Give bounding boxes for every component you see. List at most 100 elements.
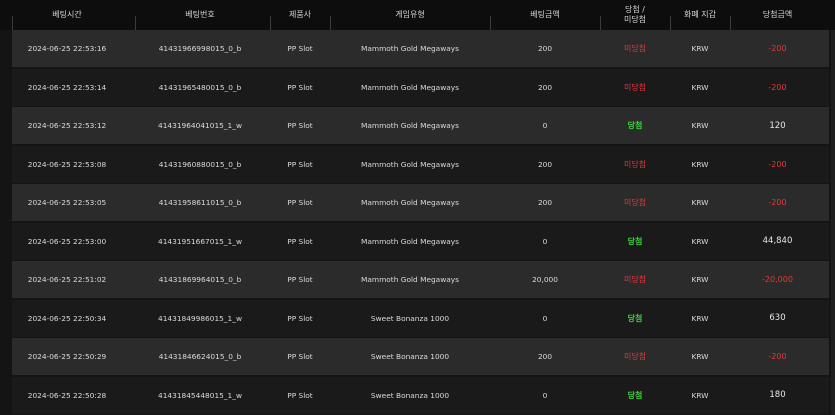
header-divider — [330, 16, 331, 30]
cell-currency: KRW — [691, 159, 709, 169]
cell-result: 당첨 — [627, 313, 643, 323]
table-row[interactable]: 2024-06-25 22:53:00 41431951667015_1_w PP … — [12, 222, 829, 260]
cell-result: 미당첨 — [623, 82, 647, 92]
table-header: 베팅시간 베팅번호 제품사 게임유형 베팅금액 당첨 / 미당첨 화폐 지갑 당… — [0, 0, 835, 30]
cell-bet-number: 41431966998015_0_b — [158, 44, 242, 53]
cell-bet-number: 41431964041015_1_w — [158, 121, 242, 130]
cell-bet-time: 2024-06-25 22:50:28 — [27, 390, 107, 400]
header-bet-time: 베팅시간 — [52, 10, 82, 19]
cell-bet-number: 41431846624015_0_b — [158, 352, 242, 361]
cell-result: 미당첨 — [623, 159, 647, 169]
cell-win-amount: 630 — [769, 313, 786, 323]
cell-currency: KRW — [691, 44, 709, 53]
cell-bet-time: 2024-06-25 22:53:16 — [27, 44, 107, 53]
cell-bet-amount: 0 — [542, 236, 548, 246]
header-divider — [12, 16, 13, 30]
cell-provider: PP Slot — [287, 121, 313, 130]
cell-bet-number: 41431849986015_1_w — [158, 313, 242, 323]
table-scrollbar[interactable] — [831, 30, 835, 415]
cell-bet-number: 41431958611015_0_b — [158, 198, 242, 207]
cell-bet-amount: 200 — [537, 159, 553, 169]
cell-currency: KRW — [691, 121, 709, 130]
cell-result: 미당첨 — [623, 352, 647, 361]
table-row[interactable]: 2024-06-25 22:50:29 41431846624015_0_b PP … — [12, 338, 829, 375]
cell-bet-amount: 200 — [537, 352, 553, 361]
cell-currency: KRW — [691, 352, 709, 361]
cell-game-type: Mammoth Gold Megaways — [360, 275, 460, 284]
table-row[interactable]: 2024-06-25 22:51:02 41431869964015_0_b PP … — [12, 261, 829, 298]
cell-game-type: Mammoth Gold Megaways — [360, 121, 460, 130]
cell-result: 당첨 — [627, 236, 643, 246]
cell-bet-amount: 200 — [537, 82, 553, 92]
cell-game-type: Mammoth Gold Megaways — [360, 44, 460, 53]
cell-bet-time: 2024-06-25 22:50:34 — [27, 313, 107, 323]
cell-win-amount: -200 — [768, 159, 787, 169]
header-divider — [670, 16, 671, 30]
cell-bet-time: 2024-06-25 22:53:14 — [27, 82, 107, 92]
header-game-type: 게임유형 — [395, 10, 425, 19]
cell-game-type: Mammoth Gold Megaways — [360, 159, 460, 169]
cell-bet-amount: 20,000 — [532, 275, 558, 284]
header-bet-number: 베팅번호 — [185, 10, 215, 19]
header-divider — [600, 16, 601, 30]
cell-bet-time: 2024-06-25 22:53:08 — [27, 159, 107, 169]
cell-provider: PP Slot — [287, 236, 313, 246]
header-win-amount: 당첨금액 — [762, 10, 793, 19]
cell-bet-time: 2024-06-25 22:51:02 — [27, 275, 107, 284]
table-row[interactable]: 2024-06-25 22:53:05 41431958611015_0_b PP … — [12, 184, 829, 221]
cell-currency: KRW — [691, 82, 709, 92]
table-row[interactable]: 2024-06-25 22:50:34 41431849986015_1_w PP … — [12, 299, 829, 337]
cell-game-type: Mammoth Gold Megaways — [360, 236, 460, 246]
header-divider — [490, 16, 491, 30]
cell-result: 미당첨 — [623, 44, 647, 53]
cell-bet-number: 41431869964015_0_b — [158, 275, 242, 284]
cell-win-amount: -200 — [768, 352, 787, 361]
cell-bet-time: 2024-06-25 22:53:12 — [27, 121, 107, 130]
header-result: 당첨 / 미당첨 — [623, 5, 647, 24]
cell-bet-amount: 200 — [537, 198, 553, 207]
cell-bet-amount: 0 — [542, 121, 548, 130]
cell-bet-time: 2024-06-25 22:53:05 — [27, 198, 107, 207]
cell-win-amount: -20,000 — [762, 275, 793, 284]
table-row[interactable]: 2024-06-25 22:53:12 41431964041015_1_w PP … — [12, 107, 829, 144]
cell-result: 미당첨 — [623, 198, 647, 207]
cell-currency: KRW — [691, 390, 709, 400]
cell-bet-number: 41431845448015_1_w — [158, 390, 242, 400]
cell-provider: PP Slot — [287, 313, 313, 323]
cell-result: 당첨 — [627, 121, 643, 130]
cell-bet-time: 2024-06-25 22:53:00 — [27, 236, 107, 246]
header-bet-amount: 베팅금액 — [530, 10, 560, 19]
table-row[interactable]: 2024-06-25 22:53:16 41431966998015_0_b PP … — [12, 30, 829, 67]
cell-bet-amount: 200 — [537, 44, 553, 53]
cell-bet-amount: 0 — [542, 390, 548, 400]
table-row[interactable]: 2024-06-25 22:53:14 41431965480015_0_b PP … — [12, 68, 829, 106]
header-provider: 제품사 — [288, 10, 312, 19]
cell-win-amount: 180 — [769, 390, 786, 400]
cell-currency: KRW — [691, 275, 709, 284]
cell-provider: PP Slot — [287, 159, 313, 169]
cell-game-type: Mammoth Gold Megaways — [360, 198, 460, 207]
header-divider — [135, 16, 136, 30]
cell-provider: PP Slot — [287, 198, 313, 207]
header-divider — [270, 16, 271, 30]
cell-game-type: Sweet Bonanza 1000 — [370, 390, 450, 400]
bet-history-table: 베팅시간 베팅번호 제품사 게임유형 베팅금액 당첨 / 미당첨 화폐 지갑 당… — [0, 0, 835, 415]
cell-result: 미당첨 — [623, 275, 647, 284]
cell-provider: PP Slot — [287, 44, 313, 53]
cell-bet-number: 41431965480015_0_b — [158, 82, 242, 92]
cell-provider: PP Slot — [287, 390, 313, 400]
cell-win-amount: 44,840 — [762, 236, 793, 246]
cell-currency: KRW — [691, 236, 709, 246]
cell-bet-number: 41431951667015_1_w — [158, 236, 242, 246]
cell-win-amount: 120 — [769, 120, 786, 131]
header-divider — [730, 16, 731, 30]
table-row[interactable]: 2024-06-25 22:53:08 41431960880015_0_b PP … — [12, 145, 829, 183]
cell-bet-number: 41431960880015_0_b — [158, 159, 242, 169]
table-row[interactable]: 2024-06-25 22:50:28 41431845448015_1_w PP … — [12, 376, 829, 414]
cell-provider: PP Slot — [287, 352, 313, 361]
cell-bet-time: 2024-06-25 22:50:29 — [27, 352, 107, 361]
cell-win-amount: -200 — [768, 82, 787, 92]
cell-game-type: Sweet Bonanza 1000 — [370, 352, 450, 361]
cell-game-type: Sweet Bonanza 1000 — [370, 313, 450, 323]
cell-provider: PP Slot — [287, 82, 313, 92]
